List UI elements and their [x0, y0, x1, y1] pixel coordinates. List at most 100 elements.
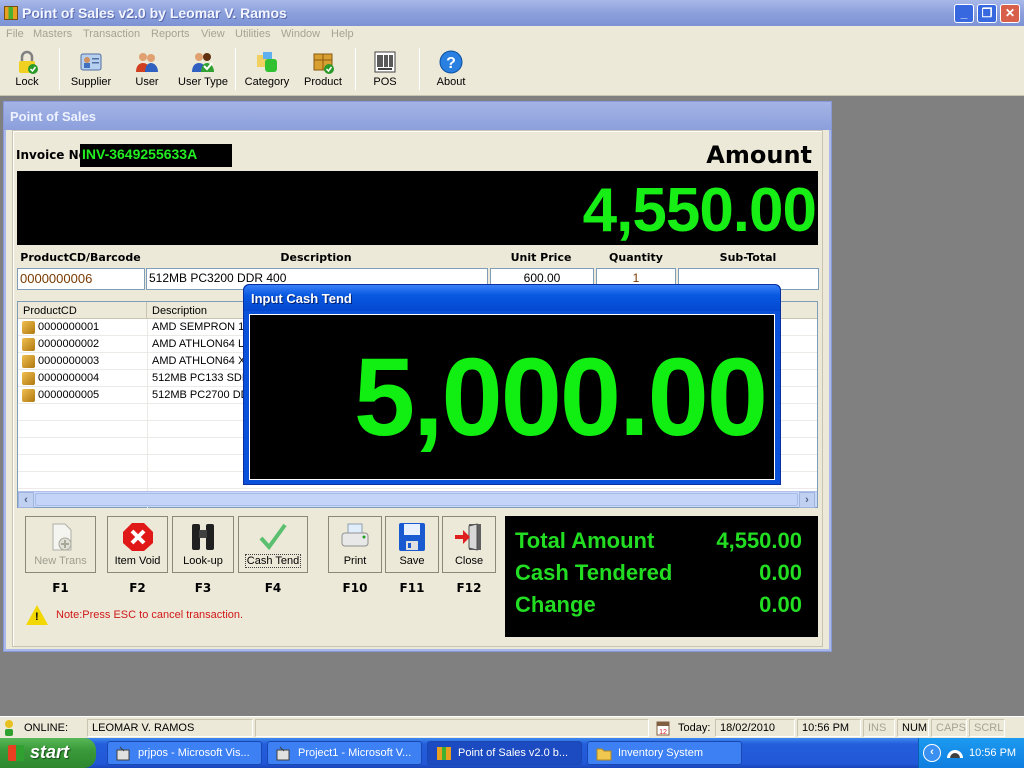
cash-tend-button[interactable]: Cash Tend: [238, 516, 308, 573]
invoice-number: INV-3649255633A: [80, 144, 232, 167]
new-trans-button[interactable]: New Trans: [25, 516, 96, 573]
barcode-icon: [374, 51, 396, 73]
taskbar-item-project1[interactable]: Project1 - Microsoft V...: [267, 741, 422, 765]
scrl-indicator: SCRL: [969, 719, 1005, 737]
print-button[interactable]: Print: [328, 516, 382, 573]
date-display: 18/02/2010: [715, 719, 795, 737]
start-button[interactable]: start: [0, 738, 96, 768]
logged-user: LEOMAR V. RAMOS: [87, 719, 253, 737]
description-header: Description: [280, 251, 352, 264]
status-bar: ONLINE: LEOMAR V. RAMOS 12 Today: 18/02/…: [0, 716, 1024, 738]
windows-logo-icon: [8, 745, 24, 761]
app-title-bar: Point of Sales v2.0 by Leomar V. Ramos _…: [0, 0, 1024, 26]
f4-key-label: F4: [264, 581, 282, 595]
menu-masters[interactable]: Masters: [33, 28, 72, 40]
pos-window-titlebar: Point of Sales: [4, 102, 831, 130]
taskbar-item-point-of-sales[interactable]: Point of Sales v2.0 b...: [427, 741, 582, 765]
toolbar-about-button[interactable]: ? About: [432, 46, 470, 94]
network-tray-icon[interactable]: [945, 747, 965, 759]
f3-key-label: F3: [194, 581, 212, 595]
tray-clock: 10:56 PM: [969, 747, 1017, 759]
category-icon: [257, 52, 277, 72]
toolbar: Lock Supplier User User Type Category Pr…: [0, 44, 1024, 96]
product-box-icon: [313, 53, 334, 74]
total-amount-label: Total Amount: [515, 528, 655, 553]
subtotal-header: Sub-Total: [719, 251, 777, 264]
toolbar-category-button[interactable]: Category: [242, 46, 292, 94]
item-void-button[interactable]: Item Void: [107, 516, 168, 573]
f11-key-label: F11: [399, 581, 425, 595]
binoculars-icon: [192, 524, 214, 550]
floppy-disk-icon: [399, 523, 425, 551]
toolbar-separator: [419, 48, 420, 90]
product-box-icon: [22, 355, 35, 368]
menu-utilities[interactable]: Utilities: [235, 28, 270, 40]
taskbar: start prjpos - Microsoft Vis... Project1…: [0, 738, 1024, 768]
help-icon: ?: [439, 50, 463, 74]
app-title: Point of Sales v2.0 by Leomar V. Ramos: [22, 5, 287, 21]
dialog-titlebar: Input Cash Tend: [244, 285, 780, 311]
close-window-button[interactable]: ✕: [1000, 4, 1020, 23]
toolbar-user-type-button[interactable]: User Type: [176, 46, 230, 94]
horizontal-scrollbar[interactable]: ‹ ›: [18, 491, 817, 508]
system-tray: ‹ 10:56 PM: [918, 738, 1024, 768]
folder-icon: [596, 748, 612, 761]
supplier-card-icon: [80, 53, 102, 71]
app-icon: [4, 6, 18, 20]
menu-window[interactable]: Window: [281, 28, 320, 40]
cash-tendered-value: 0.00: [759, 560, 802, 585]
minimize-button[interactable]: _: [954, 4, 974, 23]
total-amount-value: 4,550.00: [716, 528, 802, 553]
menu-view[interactable]: View: [201, 28, 225, 40]
save-button[interactable]: Save: [385, 516, 439, 573]
close-button[interactable]: Close: [442, 516, 496, 573]
change-value: 0.00: [759, 592, 802, 617]
f10-key-label: F10: [342, 581, 368, 595]
cancel-note: Note:Press ESC to cancel transaction.: [56, 609, 244, 621]
caps-indicator: CAPS: [931, 719, 967, 737]
product-box-icon: [22, 338, 35, 351]
restore-button[interactable]: ❐: [977, 4, 997, 23]
new-document-icon: [52, 523, 71, 551]
checkmark-icon: [259, 523, 287, 551]
show-hidden-icons-chevron-icon[interactable]: ‹: [923, 744, 941, 762]
toolbar-separator: [59, 48, 60, 90]
void-x-icon: [122, 523, 153, 551]
menu-help[interactable]: Help: [331, 28, 354, 40]
lock-icon: [19, 50, 38, 74]
visual-studio-icon: [116, 746, 130, 761]
change-label: Change: [515, 592, 596, 617]
taskbar-item-inventory-system[interactable]: Inventory System: [587, 741, 742, 765]
product-box-icon: [22, 372, 35, 385]
user-type-icon: [192, 53, 214, 72]
lookup-button[interactable]: Look-up: [172, 516, 234, 573]
menu-file[interactable]: File: [6, 28, 24, 40]
visual-studio-icon: [276, 746, 290, 761]
toolbar-pos-button[interactable]: POS: [368, 46, 402, 94]
toolbar-product-button[interactable]: Product: [301, 46, 345, 94]
menu-reports[interactable]: Reports: [151, 28, 190, 40]
num-indicator: NUM: [897, 719, 929, 737]
f2-key-label: F2: [129, 581, 146, 595]
cash-tend-input[interactable]: 5,000.00: [249, 314, 775, 480]
cash-tendered-label: Cash Tendered: [515, 560, 673, 585]
barcode-input[interactable]: 0000000006: [17, 268, 145, 290]
scroll-left-arrow-icon[interactable]: ‹: [18, 492, 34, 508]
exit-door-icon: [455, 523, 481, 551]
scroll-thumb[interactable]: [35, 493, 798, 506]
quantity-header: Quantity: [609, 251, 663, 264]
taskbar-item-prjpos[interactable]: prjpos - Microsoft Vis...: [107, 741, 262, 765]
menu-bar: File Masters Transaction Reports View Ut…: [0, 26, 1024, 44]
menu-transaction[interactable]: Transaction: [83, 28, 140, 40]
toolbar-separator: [355, 48, 356, 90]
scroll-right-arrow-icon[interactable]: ›: [799, 492, 815, 508]
today-label: Today:: [678, 722, 711, 734]
toolbar-supplier-button[interactable]: Supplier: [66, 46, 116, 94]
input-cash-tend-dialog: Input Cash Tend 5,000.00: [243, 284, 781, 485]
column-header-productcd[interactable]: ProductCD: [18, 302, 147, 319]
toolbar-lock-button[interactable]: Lock: [6, 46, 48, 94]
toolbar-user-button[interactable]: User: [128, 46, 166, 94]
summary-panel: Total Amount 4,550.00 Cash Tendered 0.00…: [505, 516, 818, 637]
warning-exclamation: !: [35, 611, 39, 623]
status-message: [255, 719, 649, 737]
